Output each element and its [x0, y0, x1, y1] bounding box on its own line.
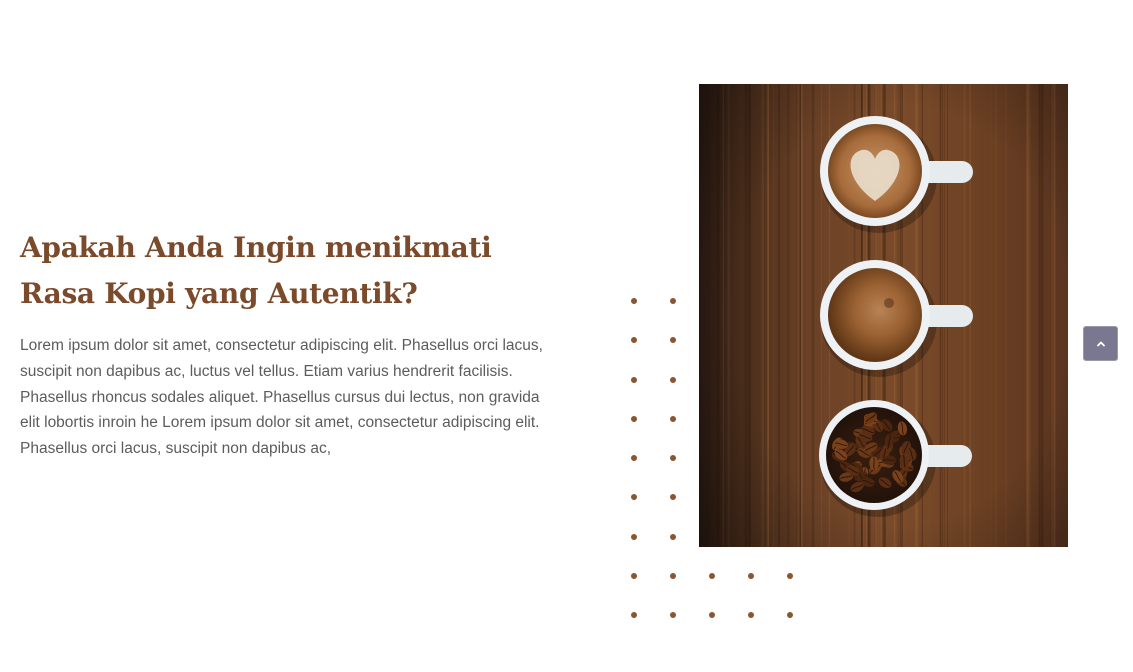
decorative-dot [670, 416, 676, 422]
decorative-dot [631, 573, 637, 579]
decorative-dot [670, 377, 676, 383]
section-heading: Apakah Anda Ingin menikmati Rasa Kopi ya… [20, 231, 492, 310]
decorative-dot [670, 612, 676, 618]
scroll-to-top-button[interactable] [1083, 326, 1118, 361]
decorative-dot [787, 573, 793, 579]
decorative-dot [631, 416, 637, 422]
section-paragraph: Lorem ipsum dolor sit amet, consectetur … [20, 337, 543, 458]
decorative-dot [670, 494, 676, 500]
decorative-dot [631, 377, 637, 383]
chevron-up-icon [1096, 341, 1105, 346]
decorative-dot [631, 612, 637, 618]
decorative-dot [670, 455, 676, 461]
decorative-dot [631, 494, 637, 500]
decorative-dot [631, 337, 637, 343]
decorative-dot [670, 298, 676, 304]
decorative-dot [631, 455, 637, 461]
decorative-dot [709, 573, 715, 579]
decorative-dot [631, 534, 637, 540]
decorative-dot [709, 612, 715, 618]
decorative-dot [748, 573, 754, 579]
decorative-dot [631, 298, 637, 304]
decorative-dot [670, 534, 676, 540]
decorative-dot [670, 573, 676, 579]
about-section: Apakah Anda Ingin menikmati Rasa Kopi ya… [0, 0, 1133, 672]
decorative-dot [787, 612, 793, 618]
coffee-cups-image [699, 84, 1068, 547]
decorative-dot [748, 612, 754, 618]
decorative-dot [670, 337, 676, 343]
